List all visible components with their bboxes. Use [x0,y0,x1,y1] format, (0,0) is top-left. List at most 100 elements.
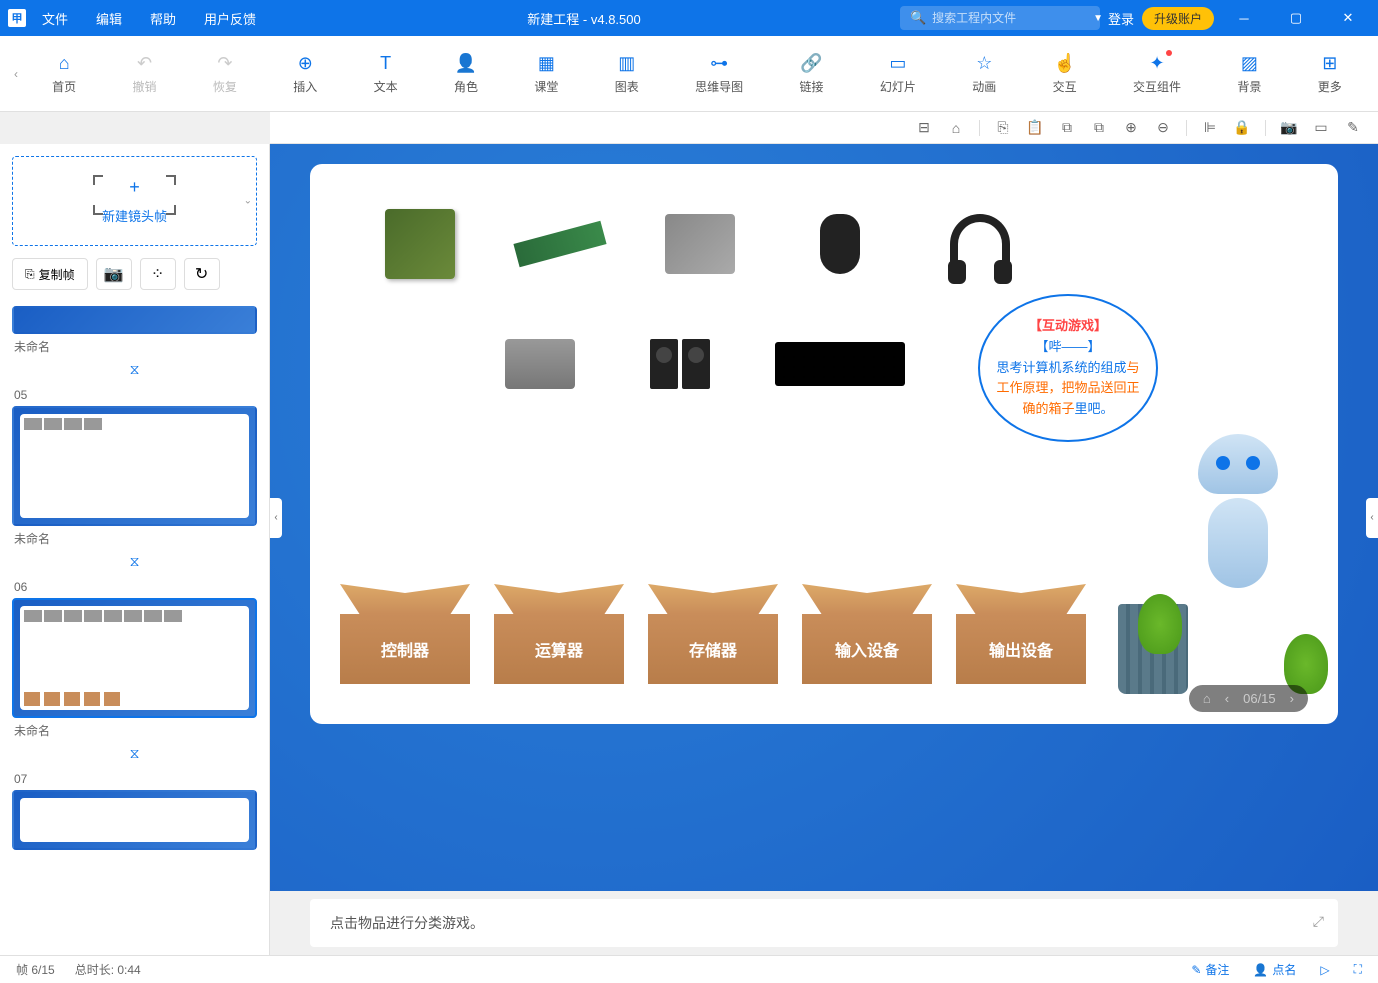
expand-icon[interactable]: ⤢ [1313,913,1324,930]
nav-home-icon[interactable]: ⌂ [1203,691,1211,706]
ram-item[interactable] [510,204,610,284]
drop-box-controller[interactable]: 控制器 [340,584,470,694]
camera-button[interactable]: 📷 [96,258,132,290]
sub-toolbar: ⊟ ⌂ ⎘ 📋 ⧉ ⧉ ⊕ ⊖ ⊫ 🔒 📷 ▭ ✎ [270,112,1378,144]
zoom-in-icon[interactable]: ⊕ [1122,119,1140,137]
ribbon-思维导图[interactable]: ⊶思维导图 [677,48,761,99]
ribbon-icon: ☆ [973,52,995,74]
frame-item-06[interactable]: 06 未命名 [12,576,257,743]
keyboard-item[interactable] [770,324,910,404]
ribbon-幻灯片[interactable]: ▭幻灯片 [862,48,934,99]
zoom-out-icon[interactable]: ⊖ [1154,119,1172,137]
titlebar-left: 甲 文件 编辑 帮助 用户反馈 [8,3,268,34]
ribbon-交互组件[interactable]: ✦ 交互组件 [1115,48,1199,99]
window-title: 新建工程 - v4.8.500 [268,9,900,28]
collapse-left-button[interactable]: ‹ [270,498,282,538]
frame-thumbnail[interactable] [12,790,257,850]
frame-item-05[interactable]: 05 未命名 [12,384,257,551]
drop-box-output[interactable]: 输出设备 [956,584,1086,694]
ribbon-背景[interactable]: ▨背景 [1219,48,1279,99]
ribbon-动画[interactable]: ☆ 动画 [954,48,1014,99]
minimize-button[interactable]: ─ [1222,0,1266,36]
menu-edit[interactable]: 编辑 [84,3,134,34]
nav-next-icon[interactable]: › [1290,691,1294,706]
align-icon[interactable]: ⊫ [1201,119,1219,137]
drop-box-storage[interactable]: 存储器 [648,584,778,694]
notes-icon: ✎ [1191,963,1201,977]
ribbon-图表[interactable]: ▥图表 [597,48,657,99]
canvas-area: ‹ ‹ 【互动游戏】 【哔——】 思考计算机系统的组 [270,144,1378,955]
ribbon-插入[interactable]: ⊕插入 [275,48,335,99]
lock-icon[interactable]: 🔒 [1233,119,1251,137]
frame-label: 未命名 [12,334,257,359]
drop-box-arithmetic[interactable]: 运算器 [494,584,624,694]
ribbon-icon: ▭ [887,52,909,74]
frame-thumbnail[interactable] [12,306,257,334]
ruler-icon[interactable]: ⊟ [915,119,933,137]
play-button[interactable]: ▷ [1320,963,1329,977]
copy-icon[interactable]: ⎘ [994,119,1012,137]
ribbon-label: 动画 [972,78,996,95]
ribbon-角色[interactable]: 👤角色 [436,48,496,99]
paste-icon[interactable]: 📋 [1026,119,1044,137]
ribbon-链接[interactable]: 🔗链接 [782,48,842,99]
ribbon-label: 思维导图 [695,78,743,95]
ribbon-首页[interactable]: ⌂首页 [34,48,94,99]
frame-item-07[interactable]: 07 [12,768,257,850]
hdd-item[interactable] [650,204,750,284]
printer-item[interactable] [490,324,590,404]
copy-frame-button[interactable]: ⎘ 复制帧 [12,258,88,290]
ribbon-label: 交互 [1053,78,1077,95]
timer-icon: ⧖ [0,359,269,380]
qr-button[interactable]: ⁘ [140,258,176,290]
search-input[interactable] [932,11,1087,25]
close-button[interactable]: ✕ [1326,0,1370,36]
mouse-item[interactable] [790,204,890,284]
new-frame-button[interactable]: + 新建镜头帧 ⌄ [12,156,257,246]
ribbon-prev-button[interactable]: ‹ [8,44,24,104]
menu-feedback[interactable]: 用户反馈 [192,3,268,34]
camera-icon[interactable]: 📷 [1280,119,1298,137]
collapse-right-button[interactable]: ‹ [1366,498,1378,538]
frame-thumbnail[interactable] [12,406,257,526]
refresh-button[interactable]: ↻ [184,258,220,290]
ribbon-icon: ✦ [1146,52,1168,74]
ribbon-恢复[interactable]: ↷恢复 [195,48,255,99]
fullscreen-button[interactable]: ⛶ [1354,962,1362,977]
ribbon-文本[interactable]: T文本 [356,48,416,99]
ribbon-课堂[interactable]: ▦课堂 [516,48,576,99]
speakers-item[interactable] [630,324,730,404]
layers-icon[interactable]: ⧉ [1090,119,1108,137]
home-shape-icon[interactable]: ⌂ [947,119,965,137]
cpu-item[interactable] [370,204,470,284]
ribbon-label: 交互组件 [1133,78,1181,95]
nav-prev-icon[interactable]: ‹ [1225,691,1229,706]
maximize-button[interactable]: ▢ [1274,0,1318,36]
speech-bubble: 【互动游戏】 【哔——】 思考计算机系统的组成与工作原理，把物品送回正确的箱子里… [978,294,1158,442]
ribbon-交互[interactable]: ☝交互 [1035,48,1095,99]
frame-item[interactable]: 未命名 [12,306,257,359]
hint-text: 点击物品进行分类游戏。 [330,915,484,931]
duplicate-icon[interactable]: ⧉ [1058,119,1076,137]
menu-file[interactable]: 文件 [30,3,80,34]
frame-label: 未命名 [12,718,257,743]
headphones-item[interactable] [930,204,1030,284]
timer-icon: ⧖ [0,551,269,572]
rollcall-button[interactable]: 👤点名 [1253,961,1296,978]
slide-canvas[interactable]: 【互动游戏】 【哔——】 思考计算机系统的组成与工作原理，把物品送回正确的箱子里… [310,164,1338,724]
drop-box-input[interactable]: 输入设备 [802,584,932,694]
chevron-down-icon[interactable]: ▼ [1093,13,1103,24]
frame-thumbnail-active[interactable] [12,598,257,718]
upgrade-button[interactable]: 升级账户 [1142,7,1214,30]
ribbon-更多[interactable]: ⊞更多 [1300,48,1360,99]
preview-icon[interactable]: ▭ [1312,119,1330,137]
ribbon-撤销[interactable]: ↶撤销 [115,48,175,99]
search-box[interactable]: 🔍 ▼ [900,6,1100,30]
main-area: + 新建镜头帧 ⌄ ⎘ 复制帧 📷 ⁘ ↻ 未命名 ⧖ 05 [0,144,1378,955]
expand-handle-icon[interactable]: ⌄ [244,196,252,207]
canvas-wrapper[interactable]: ‹ ‹ 【互动游戏】 【哔——】 思考计算机系统的组 [270,144,1378,891]
login-link[interactable]: 登录 [1108,9,1134,28]
menu-help[interactable]: 帮助 [138,3,188,34]
edit-icon[interactable]: ✎ [1344,119,1362,137]
notes-button[interactable]: ✎备注 [1191,961,1229,978]
